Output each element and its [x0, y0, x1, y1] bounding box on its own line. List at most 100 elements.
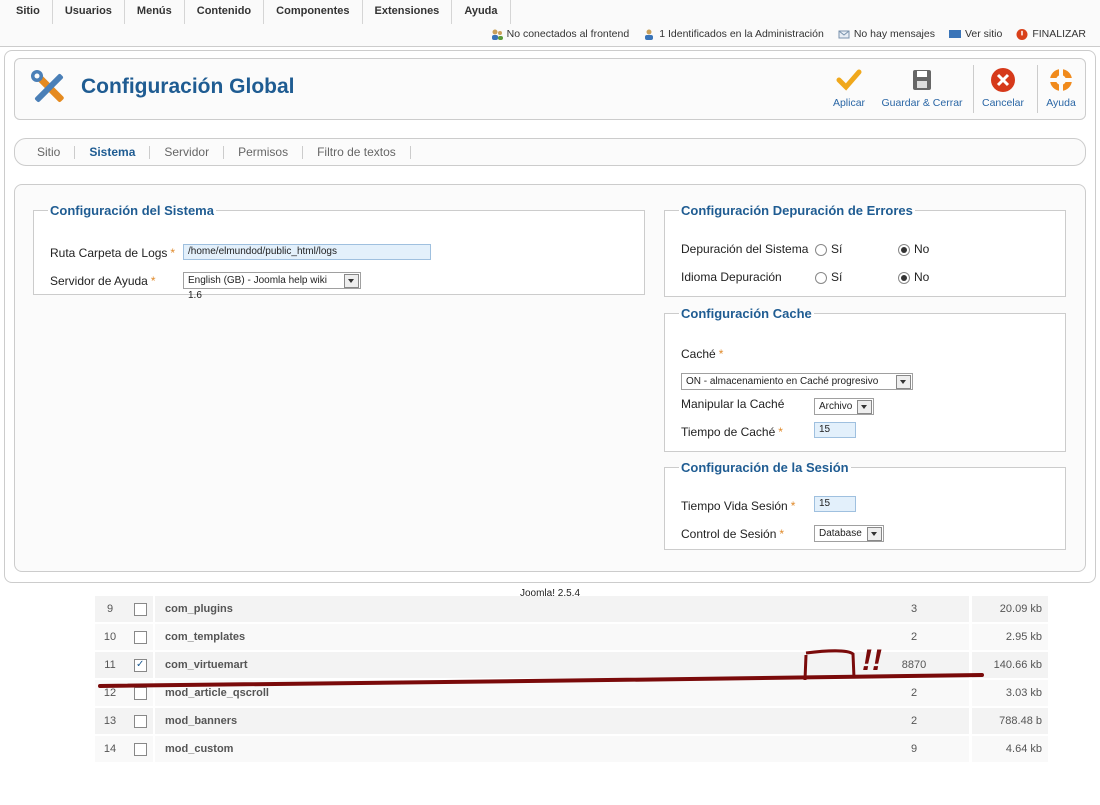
dropdown-arrow-icon: [896, 375, 911, 389]
menu-contenido[interactable]: Contenido: [185, 0, 265, 24]
cancel-label: Cancelar: [981, 97, 1025, 109]
row-name: com_plugins: [155, 596, 865, 622]
row-number: 14: [95, 736, 125, 762]
required-mark: *: [790, 499, 796, 513]
save-close-label: Guardar & Cerrar: [881, 97, 963, 109]
row-size: 4.64 kb: [972, 736, 1048, 762]
session-lifetime-label-text: Tiempo Vida Sesión: [681, 499, 788, 513]
row-checkbox[interactable]: [134, 715, 147, 728]
status-bar: No conectados al frontend 1 Identificado…: [477, 28, 1086, 40]
tab-sistema[interactable]: Sistema: [75, 145, 151, 159]
row-count: 3: [859, 596, 969, 622]
menu-menus[interactable]: Menús: [125, 0, 185, 24]
required-mark: *: [779, 527, 785, 541]
cache-select[interactable]: ON - almacenamiento en Caché progresivo: [681, 373, 913, 390]
menu-usuarios[interactable]: Usuarios: [53, 0, 125, 24]
session-lifetime-input[interactable]: 15: [814, 496, 856, 512]
session-legend: Configuración de la Sesión: [681, 460, 849, 475]
tab-servidor[interactable]: Servidor: [150, 145, 225, 159]
logs-label-text: Ruta Carpeta de Logs: [50, 246, 168, 260]
debug-fieldset: Configuración Depuración de Errores Depu…: [664, 203, 1066, 297]
lifebuoy-icon: [1049, 68, 1073, 92]
tab-permisos[interactable]: Permisos: [224, 145, 304, 159]
messages-link[interactable]: No hay mensajes: [838, 28, 935, 40]
messages-text: No hay mensajes: [853, 28, 935, 40]
cache-time-input[interactable]: 15: [814, 422, 856, 438]
system-fieldset: Configuración del Sistema Ruta Carpeta d…: [33, 203, 645, 301]
help-server-label-text: Servidor de Ayuda: [50, 274, 148, 288]
row-count: 2: [859, 708, 969, 734]
table-row: 13 mod_banners 2 788.48 b: [95, 708, 1048, 734]
settings-panel: Configuración del Sistema Ruta Carpeta d…: [14, 184, 1086, 572]
underline-stroke: [98, 673, 984, 688]
checkmark-icon: [836, 69, 862, 91]
cancel-icon: [991, 68, 1015, 92]
system-debug-label: Depuración del Sistema: [681, 242, 809, 256]
menu-extensiones[interactable]: Extensiones: [363, 0, 453, 24]
row-name: mod_custom: [155, 736, 865, 762]
save-icon: [913, 70, 931, 90]
logout-link[interactable]: FINALIZAR: [1016, 28, 1086, 40]
cache-time-label-text: Tiempo de Caché: [681, 425, 776, 439]
cache-time-label: Tiempo de Caché *: [681, 425, 783, 439]
row-checkbox-cell: [125, 708, 153, 734]
admin-user-icon: [645, 29, 654, 40]
system-legend: Configuración del Sistema: [50, 203, 214, 218]
save-close-button[interactable]: Guardar & Cerrar: [877, 67, 967, 109]
tab-filtro-textos[interactable]: Filtro de textos: [303, 145, 411, 159]
required-mark: *: [718, 347, 724, 361]
tab-sitio[interactable]: Sitio: [15, 145, 76, 159]
users-icon: [491, 29, 503, 40]
lang-debug-label: Idioma Depuración: [681, 270, 782, 284]
menu-ayuda[interactable]: Ayuda: [452, 0, 511, 24]
cancel-button[interactable]: Cancelar: [979, 67, 1027, 109]
row-size: 788.48 b: [972, 708, 1048, 734]
logs-path-input[interactable]: /home/elmundod/public_html/logs: [183, 244, 431, 260]
toolbar-separator: [1037, 65, 1038, 113]
title-toolbar: Configuración Global Aplicar Guardar & C…: [14, 58, 1086, 120]
lang-debug-yes-radio[interactable]: [815, 272, 827, 284]
required-mark: *: [150, 274, 156, 288]
session-handler-select[interactable]: Database: [814, 525, 884, 542]
row-checkbox-cell: [125, 736, 153, 762]
session-lifetime-label: Tiempo Vida Sesión *: [681, 499, 795, 513]
dropdown-arrow-icon: [867, 527, 882, 541]
monitor-icon: [948, 29, 961, 38]
system-debug-yes-label: Sí: [831, 242, 843, 256]
menu-sitio[interactable]: Sitio: [4, 0, 53, 24]
system-debug-yes-radio[interactable]: [815, 244, 827, 256]
apply-button[interactable]: Aplicar: [829, 67, 869, 109]
row-checkbox-cell: [125, 596, 153, 622]
cache-legend: Configuración Cache: [681, 306, 812, 321]
help-server-value: English (GB) - Joomla help wiki 1.6: [188, 275, 327, 301]
help-server-label: Servidor de Ayuda *: [50, 274, 156, 288]
session-handler-value: Database: [819, 528, 862, 539]
logout-text: FINALIZAR: [1032, 28, 1086, 40]
apply-label: Aplicar: [832, 97, 866, 109]
lang-debug-no-radio[interactable]: [898, 272, 910, 284]
row-size: 20.09 kb: [972, 596, 1048, 622]
cache-label: Caché *: [681, 347, 723, 361]
row-count: 9: [859, 736, 969, 762]
view-site-link[interactable]: Ver sitio: [948, 28, 1002, 40]
toolbar-separator: [973, 65, 974, 113]
lang-debug-yes-label: Sí: [831, 270, 843, 284]
handdrawn-annotation: !!: [98, 644, 984, 688]
row-number: 13: [95, 708, 125, 734]
admin-status: 1 Identificados en la Administración: [643, 28, 824, 40]
page-title: Configuración Global: [81, 75, 295, 98]
help-button[interactable]: Ayuda: [1043, 67, 1079, 109]
menu-componentes[interactable]: Componentes: [264, 0, 363, 24]
row-checkbox[interactable]: [134, 743, 147, 756]
row-name: mod_banners: [155, 708, 865, 734]
cache-fieldset: Configuración Cache Caché * ON - almacena…: [664, 306, 1066, 452]
system-debug-no-radio[interactable]: [898, 244, 910, 256]
admin-status-text: 1 Identificados en la Administración: [659, 28, 824, 40]
help-server-select[interactable]: English (GB) - Joomla help wiki 1.6: [183, 272, 361, 301]
main-menu: Sitio Usuarios Menús Contenido Component…: [4, 0, 511, 24]
help-label: Ayuda: [1046, 97, 1076, 109]
row-checkbox[interactable]: [134, 603, 147, 616]
cache-handler-select[interactable]: Archivo: [814, 398, 874, 415]
frontend-status-text: No conectados al frontend: [506, 28, 630, 40]
table-row: 9 com_plugins 3 20.09 kb: [95, 596, 1048, 622]
